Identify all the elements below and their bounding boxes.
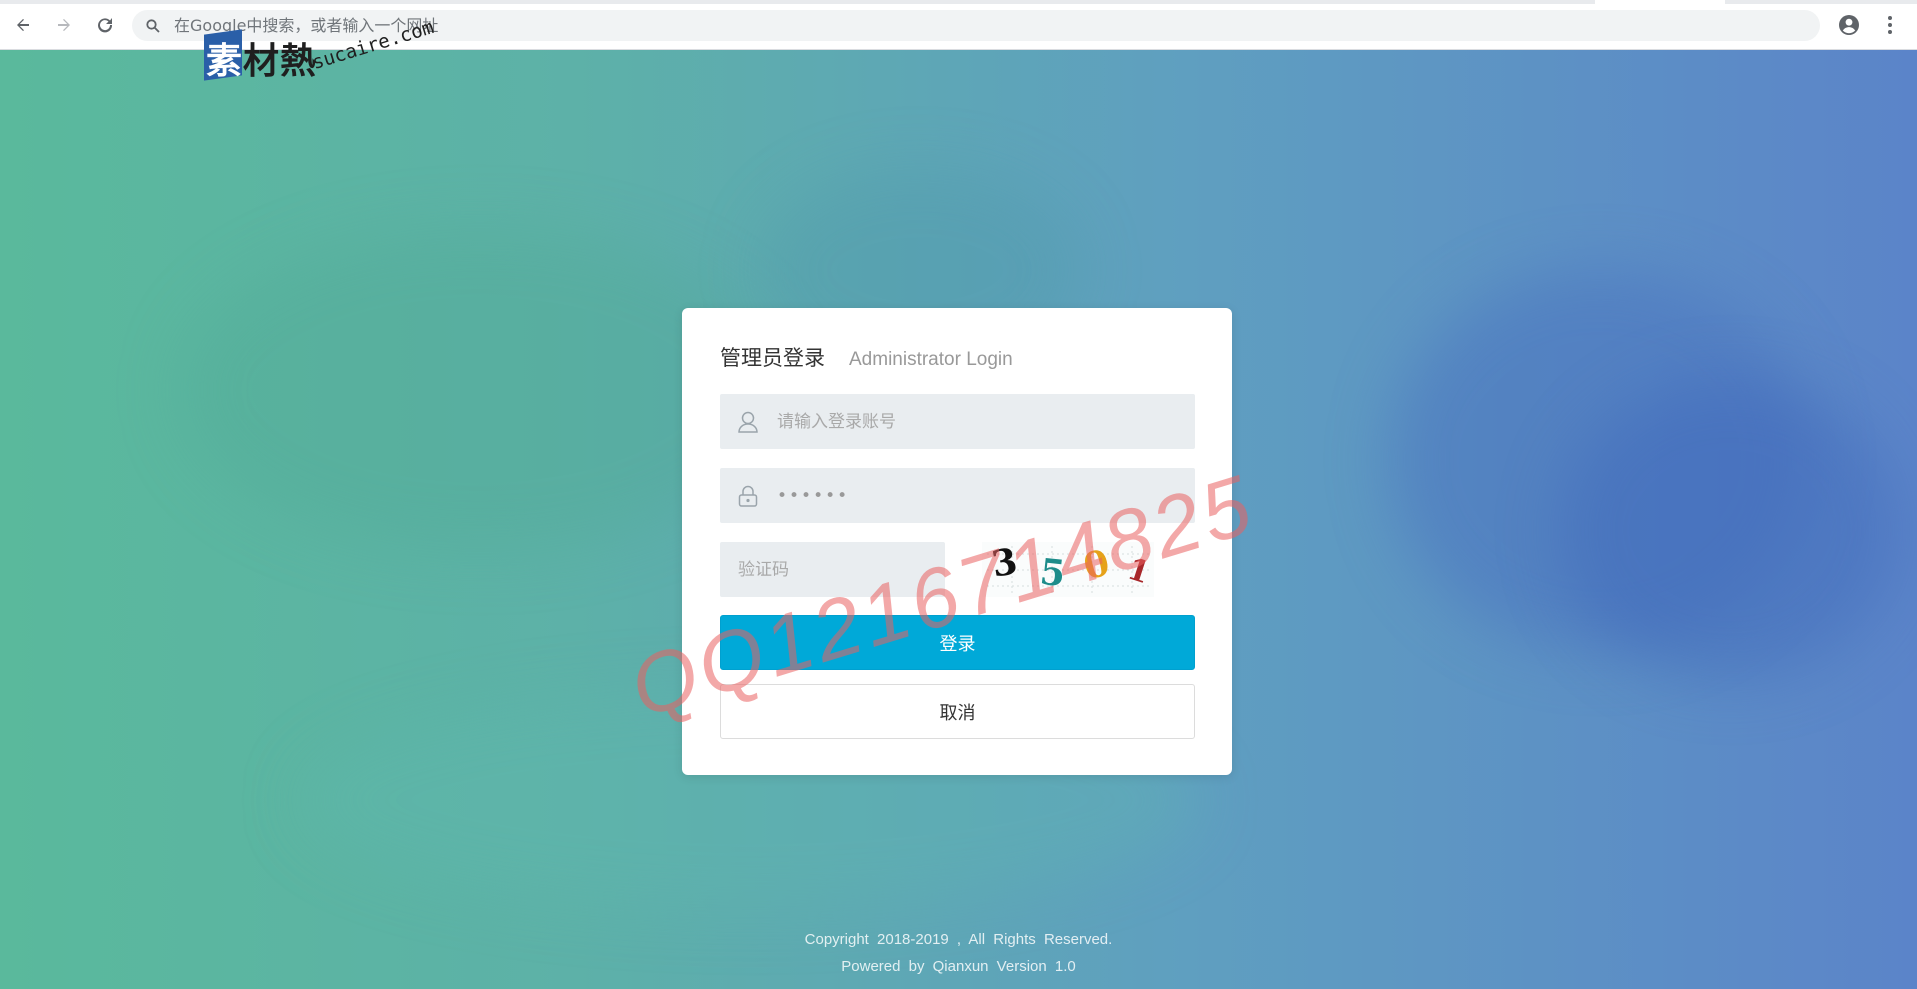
password-input[interactable] [777, 468, 1177, 523]
logo-cn: 素材熱 [206, 41, 318, 82]
login-title: 管理员登录 Administrator Login [720, 342, 1013, 372]
site-logo: 素材熱 sucaire.com [204, 16, 444, 90]
reload-icon [98, 18, 113, 33]
login-card: 管理员登录 Administrator Login 3 5 0 1 [682, 308, 1232, 775]
back-button[interactable] [10, 12, 36, 38]
search-icon [146, 18, 160, 33]
footer-powered: Powered by Qianxun Version 1.0 [841, 958, 1076, 975]
cancel-button[interactable]: 取消 [720, 684, 1195, 739]
forward-button[interactable] [51, 12, 77, 38]
profile-icon[interactable] [1838, 14, 1860, 36]
user-icon [738, 411, 758, 433]
tab-strip [0, 0, 1917, 4]
captcha-input[interactable] [720, 542, 940, 597]
login-page-background: 管理员登录 Administrator Login 3 5 0 1 [0, 50, 1917, 989]
active-tab[interactable] [1595, 0, 1725, 4]
password-field[interactable] [720, 468, 1195, 523]
username-field[interactable] [720, 394, 1195, 449]
footer-copyright: Copyright 2018-2019 , All Rights Reserve… [804, 931, 1113, 948]
captcha-image[interactable]: 3 5 0 1 [982, 540, 1154, 597]
login-title-cn: 管理员登录 [720, 346, 825, 370]
lock-icon [738, 485, 758, 507]
username-input[interactable] [777, 394, 1177, 449]
login-button[interactable]: 登录 [720, 615, 1195, 670]
reload-button[interactable] [92, 12, 118, 38]
back-icon [17, 19, 29, 31]
forward-icon [58, 19, 70, 31]
menu-icon[interactable] [1880, 12, 1900, 38]
login-title-en: Administrator Login [849, 349, 1013, 370]
captcha-field[interactable] [720, 542, 945, 597]
captcha-digit: 5 [1037, 550, 1068, 596]
